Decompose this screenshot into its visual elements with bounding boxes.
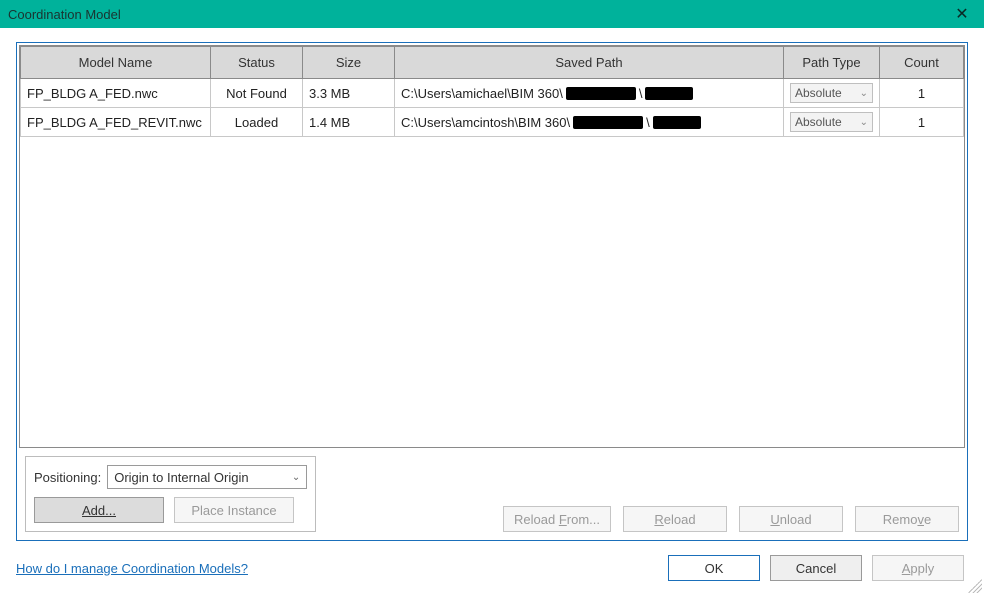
redacted-segment [566,87,636,100]
dialog-footer: How do I manage Coordination Models? OK … [16,541,968,585]
table-row[interactable]: FP_BLDG A_FED.nwc Not Found 3.3 MB C:\Us… [21,79,964,108]
chevron-down-icon: ⌄ [860,117,868,128]
table-header-row: Model Name Status Size Saved Path Path T… [21,47,964,79]
path-type-select[interactable]: Absolute ⌄ [790,112,873,132]
cell-model-name: FP_BLDG A_FED.nwc [21,79,211,108]
col-saved-path[interactable]: Saved Path [395,47,784,79]
cancel-button[interactable]: Cancel [770,555,862,581]
titlebar: Coordination Model ✕ [0,0,984,28]
cell-count: 1 [880,79,964,108]
place-instance-button[interactable]: Place Instance [174,497,294,523]
positioning-select[interactable]: Origin to Internal Origin ⌄ [107,465,307,489]
cell-status: Loaded [211,108,303,137]
cell-model-name: FP_BLDG A_FED_REVIT.nwc [21,108,211,137]
panel-bottom-bar: Positioning: Origin to Internal Origin ⌄… [19,448,965,538]
action-buttons: Reload From... Reload Unload Remove [503,506,959,532]
ok-button[interactable]: OK [668,555,760,581]
window-title: Coordination Model [8,7,948,22]
remove-button[interactable]: Remove [855,506,959,532]
cell-size: 3.3 MB [303,79,395,108]
path-prefix: C:\Users\amichael\BIM 360\ [401,86,563,101]
col-status[interactable]: Status [211,47,303,79]
cell-path: C:\Users\amcintosh\BIM 360\ \ [395,108,784,137]
reload-button[interactable]: Reload [623,506,727,532]
table-row[interactable]: FP_BLDG A_FED_REVIT.nwc Loaded 1.4 MB C:… [21,108,964,137]
cell-count: 1 [880,108,964,137]
path-sep: \ [639,86,643,101]
path-sep: \ [646,115,650,130]
path-prefix: C:\Users\amcintosh\BIM 360\ [401,115,570,130]
chevron-down-icon: ⌄ [292,472,300,483]
cell-size: 1.4 MB [303,108,395,137]
redacted-segment [645,87,693,100]
path-type-select[interactable]: Absolute ⌄ [790,83,873,103]
positioning-group: Positioning: Origin to Internal Origin ⌄… [25,456,316,532]
models-table-wrap: Model Name Status Size Saved Path Path T… [19,45,965,448]
cell-path-type[interactable]: Absolute ⌄ [784,108,880,137]
redacted-segment [653,116,701,129]
chevron-down-icon: ⌄ [860,88,868,99]
apply-button[interactable]: Apply [872,555,964,581]
dialog-body: Model Name Status Size Saved Path Path T… [0,28,984,595]
close-icon[interactable]: ✕ [948,4,976,24]
help-link[interactable]: How do I manage Coordination Models? [16,561,248,576]
cell-status: Not Found [211,79,303,108]
add-button[interactable]: Add... [34,497,164,523]
col-path-type[interactable]: Path Type [784,47,880,79]
cell-path: C:\Users\amichael\BIM 360\ \ [395,79,784,108]
models-panel: Model Name Status Size Saved Path Path T… [16,42,968,541]
reload-from-button[interactable]: Reload From... [503,506,611,532]
col-model-name[interactable]: Model Name [21,47,211,79]
models-table: Model Name Status Size Saved Path Path T… [20,46,964,137]
col-count[interactable]: Count [880,47,964,79]
unload-button[interactable]: Unload [739,506,843,532]
redacted-segment [573,116,643,129]
positioning-label: Positioning: [34,470,101,485]
cell-path-type[interactable]: Absolute ⌄ [784,79,880,108]
resize-grip[interactable] [968,579,982,593]
col-size[interactable]: Size [303,47,395,79]
